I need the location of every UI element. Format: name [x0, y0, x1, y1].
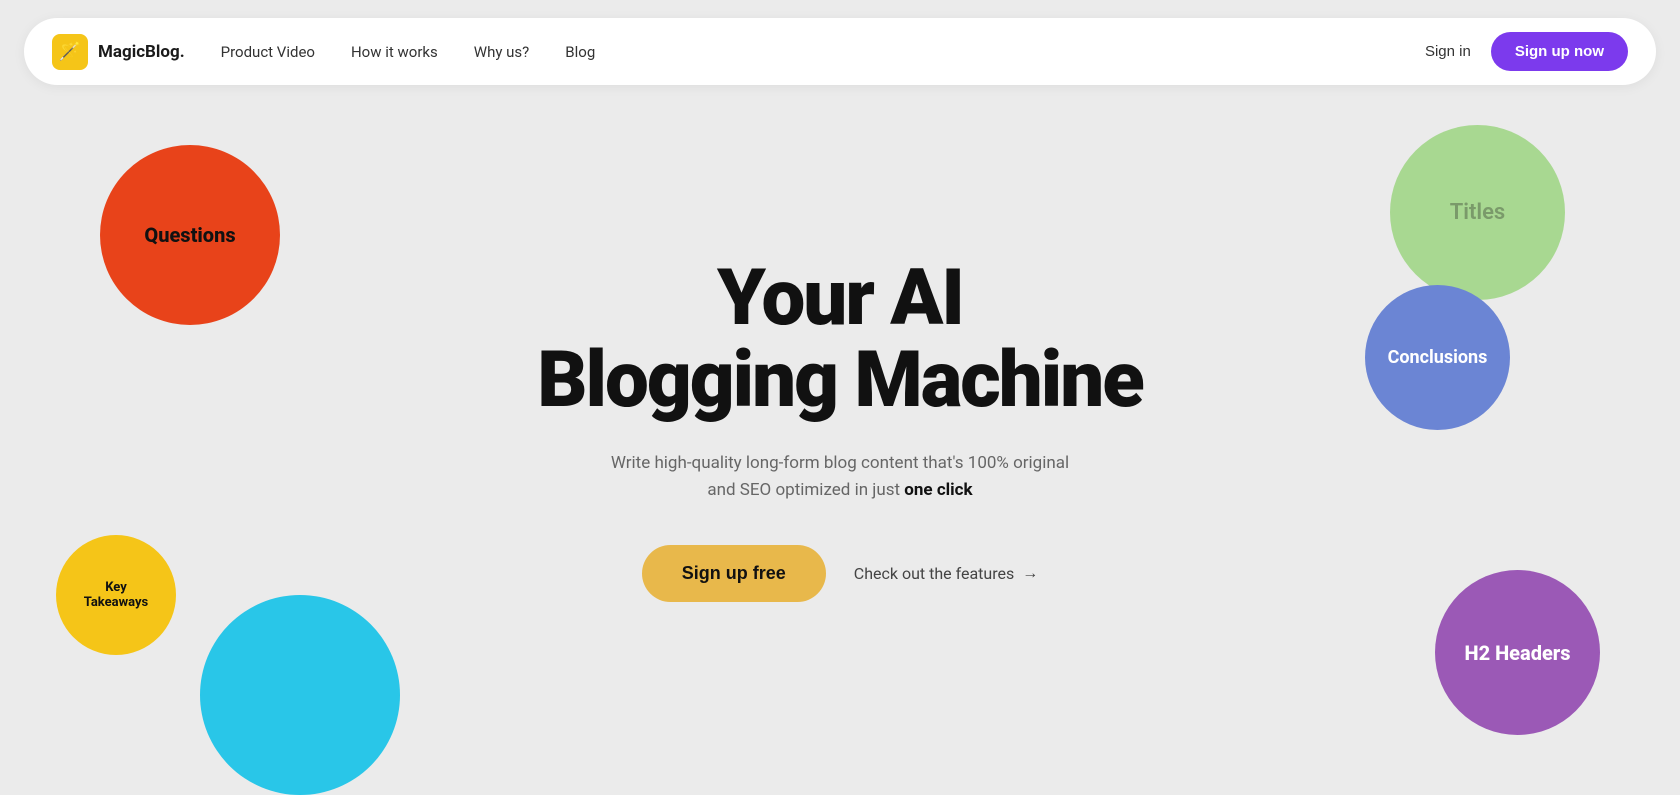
- logo-icon: 🪄: [52, 34, 88, 70]
- sign-up-now-button[interactable]: Sign up now: [1491, 32, 1628, 71]
- key-takeaways-circle: Key Takeaways: [56, 535, 176, 655]
- h2-headers-label: H2 Headers: [1464, 641, 1570, 665]
- check-features-label: Check out the features: [854, 564, 1014, 583]
- questions-circle: Questions: [100, 145, 280, 325]
- conclusions-circle: Conclusions: [1365, 285, 1510, 430]
- nav-link-how-it-works[interactable]: How it works: [351, 43, 438, 61]
- nav-item-how-it-works[interactable]: How it works: [351, 42, 438, 61]
- hero-title: Your AI Blogging Machine: [537, 258, 1143, 422]
- arrow-right-icon: →: [1022, 563, 1038, 583]
- sign-in-button[interactable]: Sign in: [1425, 43, 1471, 60]
- nav-link-why-us[interactable]: Why us?: [474, 43, 530, 61]
- nav-links: Product Video How it works Why us? Blog: [221, 42, 596, 61]
- nav-item-product-video[interactable]: Product Video: [221, 42, 315, 61]
- titles-label: Titles: [1450, 200, 1506, 225]
- nav-link-product-video[interactable]: Product Video: [221, 43, 315, 61]
- magic-wand-icon: 🪄: [59, 41, 81, 62]
- hero-actions: Sign up free Check out the features →: [642, 545, 1038, 602]
- key-takeaways-label: Key Takeaways: [84, 580, 148, 610]
- check-features-link[interactable]: Check out the features →: [854, 563, 1038, 583]
- nav-link-blog[interactable]: Blog: [565, 43, 595, 61]
- blue-partial-circle: [200, 595, 400, 795]
- navbar-wrapper: 🪄 MagicBlog. Product Video How it works …: [0, 0, 1680, 85]
- hero-subtitle: Write high-quality long-form blog conten…: [611, 450, 1069, 504]
- questions-label: Questions: [144, 223, 235, 247]
- h2-headers-circle: H2 Headers: [1435, 570, 1600, 735]
- sign-up-free-button[interactable]: Sign up free: [642, 545, 826, 602]
- navbar: 🪄 MagicBlog. Product Video How it works …: [24, 18, 1656, 85]
- nav-item-why-us[interactable]: Why us?: [474, 42, 530, 61]
- navbar-right: Sign in Sign up now: [1425, 32, 1628, 71]
- navbar-left: 🪄 MagicBlog. Product Video How it works …: [52, 34, 595, 70]
- titles-circle: Titles: [1390, 125, 1565, 300]
- main-content: Questions Key Takeaways Titles Conclusio…: [0, 85, 1680, 735]
- logo-link[interactable]: 🪄 MagicBlog.: [52, 34, 185, 70]
- logo-text: MagicBlog.: [98, 42, 185, 62]
- conclusions-label: Conclusions: [1388, 347, 1488, 368]
- nav-item-blog[interactable]: Blog: [565, 42, 595, 61]
